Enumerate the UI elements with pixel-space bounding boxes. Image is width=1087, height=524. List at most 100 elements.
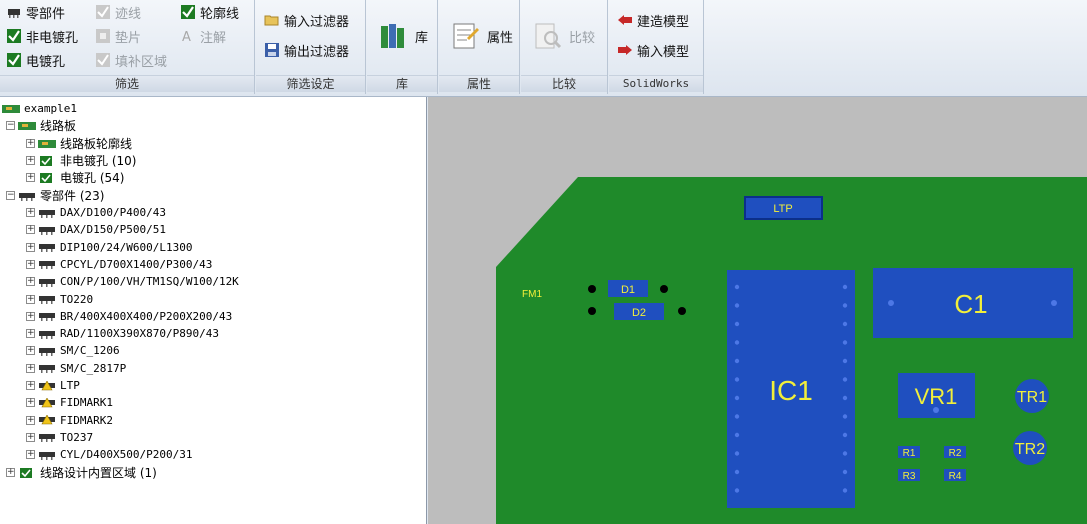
check-icon [7,29,21,43]
expand-icon[interactable]: + [26,311,35,321]
tree-item-plated-holes[interactable]: + 电镀孔 (54) [26,169,124,186]
expand-icon[interactable]: + [6,468,15,477]
expand-icon[interactable]: + [26,432,35,442]
expand-icon[interactable]: + [26,381,35,390]
tree-component-item[interactable]: + BR/400X400X400/P200X200/43 [26,308,232,325]
tree-component-item[interactable]: + FIDMARK2 [26,412,113,429]
properties-group-label: 属性 [439,75,519,92]
expand-icon[interactable]: + [26,294,35,304]
collapse-icon[interactable]: − [6,191,15,200]
tree-component-item[interactable]: + SM/C_2817P [26,360,126,377]
expand-icon[interactable]: + [26,259,35,269]
expand-icon[interactable]: + [26,450,35,460]
build-model-button[interactable]: 建造模型 [617,11,689,30]
tree-root[interactable]: example1 [2,100,77,117]
tree-component-item[interactable]: + DAX/D150/P500/51 [26,221,166,238]
collapse-icon[interactable]: − [6,121,15,130]
tree-component-item[interactable]: + LTP [26,377,80,394]
tree-component-item[interactable]: + RAD/1100X390X870/P890/43 [26,325,219,342]
expand-icon[interactable]: + [26,415,35,425]
tree-component-item[interactable]: + DAX/D100/P400/43 [26,204,166,221]
ic1-pin [734,432,740,438]
ic1-pin [842,414,848,419]
ic1-pin [734,284,740,290]
expand-icon[interactable]: + [26,242,35,252]
expand-icon[interactable]: + [26,346,35,356]
import-model-button[interactable]: 输入模型 [617,41,689,60]
filter-pads-label: 垫片 [115,30,142,46]
filter-plated-holes-label: 电镀孔 [26,54,66,70]
tree-component-label: DAX/D150/P500/51 [60,223,166,237]
compare-button[interactable]: 比较 [531,20,595,52]
filter-traces-toggle[interactable]: 迹线 [95,3,141,22]
chip-icon [39,313,55,322]
tree-component-item[interactable]: + TO237 [26,429,93,446]
tree-component-item[interactable]: + CPCYL/D700X1400/P300/43 [26,256,212,273]
tree-component-item[interactable]: + TO220 [26,291,93,308]
filter-nonplated-holes-label: 非电镀孔 [26,30,79,46]
tree-keepin-node[interactable]: + 线路设计内置区域 (1) [6,464,157,481]
ic1-pin [842,358,848,364]
tree-component-item[interactable]: + CON/P/100/VH/TM1SQ/W100/12K [26,273,239,290]
tree-component-item[interactable]: + DIP100/24/W600/L1300 [26,239,192,256]
expand-icon[interactable]: + [26,329,35,339]
tree-component-label: CYL/D400X500/P200/31 [60,448,193,462]
expand-icon[interactable]: + [26,173,35,182]
tree-components-node[interactable]: − 零部件 (23) [6,187,104,204]
export-filter-button[interactable]: 输出过滤器 [264,41,349,60]
tree-component-item[interactable]: + SM/C_1206 [26,342,120,359]
structure-tree[interactable]: example1 − 线路板 + 线路板轮廓线 + 非电镀孔 (10) + 电镀… [0,97,427,524]
expand-icon[interactable]: + [26,156,35,165]
filter-plated-holes-toggle[interactable]: 电镀孔 [6,51,66,70]
tree-component-label: CON/P/100/VH/TM1SQ/W100/12K [60,275,239,289]
board-view[interactable]: LTP FM1 D1 D2 IC1 C1 VR1 TR1 TR2 R1 R2 R… [428,97,1087,524]
expand-icon[interactable]: + [26,398,35,408]
properties-button[interactable]: 属性 [449,20,513,52]
filter-nonplated-holes-toggle[interactable]: 非电镀孔 [6,27,79,46]
check-icon [20,467,32,478]
ic1-pin [734,358,740,364]
library-group-label: 库 [367,75,437,92]
board-canvas[interactable]: LTP FM1 D1 D2 IC1 C1 VR1 TR1 TR2 R1 R2 R… [428,97,1087,524]
chip-icon [39,278,55,287]
d2-pin-right [678,307,686,315]
tree-item-board-outline[interactable]: + 线路板轮廓线 [26,135,132,152]
expand-icon[interactable]: + [26,208,35,217]
tree-component-label: TO220 [60,292,94,306]
chip-icon [39,451,55,460]
tree-component-label: LTP [60,379,80,392]
tree-components-label: 零部件 (23) [40,189,105,203]
expand-icon[interactable]: + [26,277,35,287]
ic1-pin [734,321,740,327]
trace-icon [96,5,110,19]
check-icon [40,172,52,183]
vr1-label: VR1 [915,384,958,409]
compare-group-label: 比较 [521,75,607,92]
library-button[interactable]: 库 [377,20,428,52]
tree-item-nonplated-holes[interactable]: + 非电镀孔 (10) [26,152,136,169]
library-group: 库 库 [367,0,438,94]
filter-pads-toggle[interactable]: 垫片 [95,27,142,46]
expand-icon[interactable]: + [26,225,35,235]
expand-icon[interactable]: + [26,363,35,373]
chip-icon [19,192,35,201]
tree-component-item[interactable]: + CYL/D400X500/P200/31 [26,446,192,463]
tree-component-label: DIP100/24/W600/L1300 [60,240,193,254]
tree-board-node[interactable]: − 线路板 [6,117,76,134]
build-model-icon [618,15,632,25]
ic1-pin [842,395,848,401]
chip-icon [39,330,55,339]
filter-annotation-toggle[interactable]: A 注解 [180,27,226,46]
import-filter-button[interactable]: 输入过滤器 [264,11,349,30]
tree-component-item[interactable]: + FIDMARK1 [26,394,113,411]
filter-group-label: 筛选 [0,75,254,92]
filter-components-toggle[interactable]: 零部件 [6,3,65,22]
filter-fill-areas-toggle[interactable]: 填补区域 [95,51,167,70]
tree-component-label: TO237 [60,430,94,444]
d2-label: D2 [632,307,646,319]
tree-component-label: SM/C_1206 [60,344,120,358]
board-icon [18,121,36,130]
save-icon [265,43,279,57]
expand-icon[interactable]: + [26,139,35,148]
filter-outline-toggle[interactable]: 轮廓线 [180,3,239,22]
